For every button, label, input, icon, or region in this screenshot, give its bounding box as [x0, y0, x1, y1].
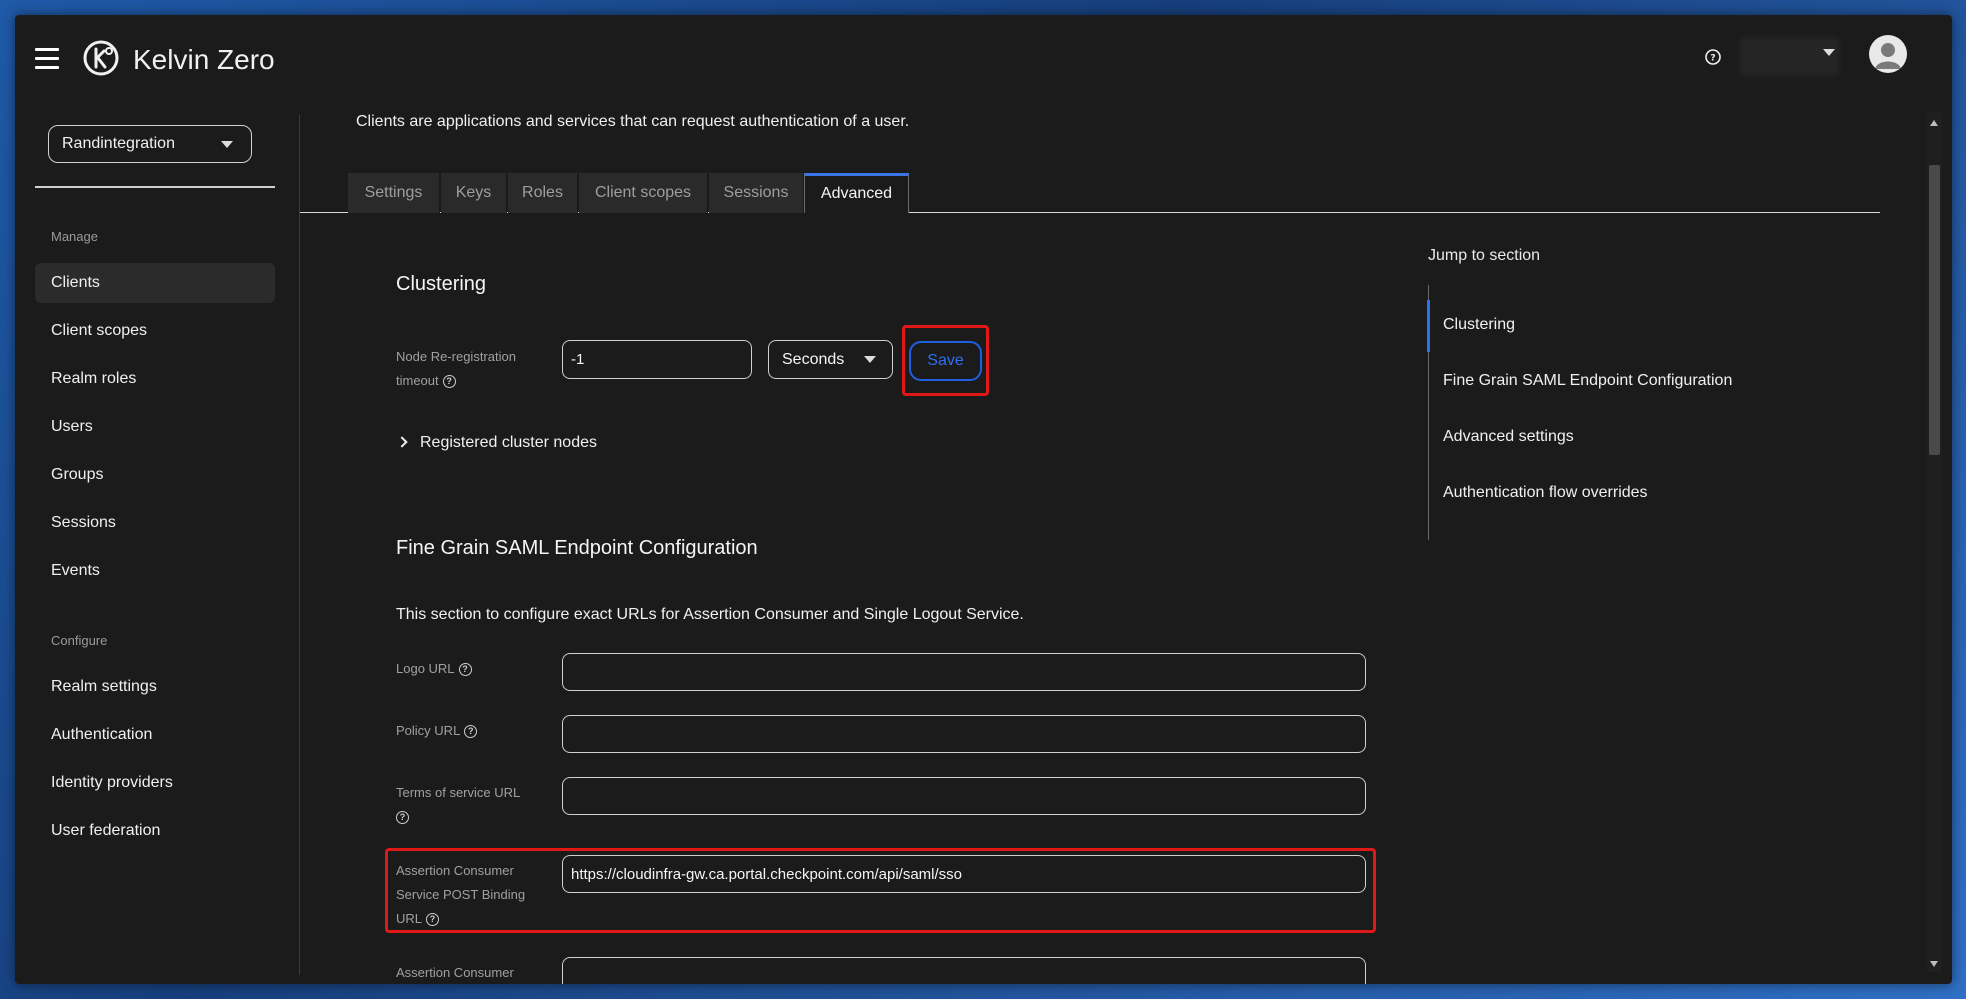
- main-content: Clients are applications and services th…: [300, 105, 1920, 984]
- user-name-blurred[interactable]: [1740, 37, 1840, 77]
- timeout-label: Node Re-registration timeout?: [396, 345, 546, 393]
- jump-to-section-title: Jump to section: [1428, 247, 1541, 264]
- masthead: Kelvin Zero ?: [15, 15, 1952, 105]
- save-button[interactable]: Save: [909, 341, 982, 381]
- realm-selector-value: Randintegration: [62, 135, 175, 152]
- timeout-unit-value: Seconds: [782, 351, 845, 368]
- sidebar-item-users[interactable]: Users: [35, 407, 275, 447]
- scroll-down-arrow-icon[interactable]: [1930, 961, 1938, 967]
- chevron-right-icon: [396, 436, 408, 448]
- help-icon[interactable]: ?: [426, 913, 440, 927]
- sidebar-item-events[interactable]: Events: [35, 551, 275, 591]
- timeout-input[interactable]: [562, 340, 752, 379]
- sidebar-item-client-scopes[interactable]: Client scopes: [35, 311, 275, 351]
- realm-selector[interactable]: Randintegration: [48, 125, 252, 163]
- user-avatar-icon[interactable]: [1869, 35, 1907, 73]
- sidebar-item-realm-settings[interactable]: Realm settings: [35, 667, 275, 707]
- acs-post-url-label-text: Assertion Consumer Service POST Binding …: [396, 863, 526, 926]
- sidebar-divider: [35, 186, 275, 188]
- chevron-down-icon: [221, 141, 233, 148]
- acs-redirect-url-label: Assertion Consumer: [396, 965, 514, 980]
- kelvin-zero-logo-icon: [83, 40, 119, 76]
- sidebar-item-realm-roles[interactable]: Realm roles: [35, 359, 275, 399]
- acs-redirect-url-input[interactable]: [562, 957, 1366, 984]
- hamburger-menu-icon[interactable]: [35, 48, 59, 70]
- sidebar-nav: Randintegration Manage Clients Client sc…: [15, 105, 299, 984]
- brand-name: Kelvin Zero: [133, 44, 275, 75]
- tab-keys[interactable]: Keys: [441, 173, 507, 213]
- sidebar-item-user-federation[interactable]: User federation: [35, 811, 275, 851]
- acs-post-url-label: Assertion Consumer Service POST Binding …: [396, 859, 546, 931]
- jump-item-auth-flow-overrides[interactable]: Authentication flow overrides: [1443, 484, 1648, 502]
- page-description: Clients are applications and services th…: [356, 113, 910, 130]
- sidebar-section-configure: Configure: [51, 633, 108, 648]
- help-icon[interactable]: ?: [464, 725, 478, 739]
- logo-url-input[interactable]: [562, 653, 1366, 691]
- sidebar-item-groups[interactable]: Groups: [35, 455, 275, 495]
- clustering-title: Clustering: [396, 273, 487, 295]
- saml-section-title: Fine Grain SAML Endpoint Configuration: [396, 537, 758, 559]
- policy-url-label: Policy URL?: [396, 719, 478, 743]
- tab-client-scopes[interactable]: Client scopes: [579, 173, 708, 213]
- tab-advanced[interactable]: Advanced: [804, 173, 909, 213]
- sidebar-item-authentication[interactable]: Authentication: [35, 715, 275, 755]
- question-circle-icon[interactable]: ?: [1700, 44, 1726, 70]
- logo-url-label: Logo URL?: [396, 657, 472, 681]
- timeout-label-text: Node Re-registration timeout: [396, 349, 516, 388]
- tos-url-input[interactable]: [562, 777, 1366, 815]
- tab-sessions[interactable]: Sessions: [709, 173, 804, 213]
- help-icon[interactable]: ?: [458, 663, 472, 677]
- tos-url-label: Terms of service URL?: [396, 781, 546, 829]
- chevron-down-icon: [864, 356, 876, 363]
- app-window: Kelvin Zero ? Randintegration Manage Cli…: [15, 15, 1952, 984]
- saml-section-description: This section to configure exact URLs for…: [396, 606, 1024, 623]
- logo-url-label-text: Logo URL: [396, 661, 455, 676]
- policy-url-input[interactable]: [562, 715, 1366, 753]
- policy-url-label-text: Policy URL: [396, 723, 461, 738]
- tab-settings[interactable]: Settings: [348, 173, 440, 213]
- user-menu-caret-icon[interactable]: [1823, 49, 1835, 56]
- jump-active-indicator: [1427, 300, 1430, 352]
- sidebar-item-identity-providers[interactable]: Identity providers: [35, 763, 275, 803]
- jump-item-clustering[interactable]: Clustering: [1443, 316, 1515, 334]
- jump-item-advanced-settings[interactable]: Advanced settings: [1443, 428, 1574, 446]
- registered-cluster-nodes-label: Registered cluster nodes: [420, 434, 597, 451]
- help-icon[interactable]: ?: [442, 375, 456, 389]
- sidebar-item-sessions[interactable]: Sessions: [35, 503, 275, 543]
- help-icon[interactable]: ?: [396, 811, 409, 825]
- scroll-up-arrow-icon[interactable]: [1930, 120, 1938, 126]
- sidebar-item-clients[interactable]: Clients: [35, 263, 275, 303]
- jump-item-saml-endpoint[interactable]: Fine Grain SAML Endpoint Configuration: [1443, 372, 1732, 390]
- tos-url-label-text: Terms of service URL: [396, 785, 521, 800]
- timeout-unit-select[interactable]: Seconds: [768, 340, 893, 379]
- svg-text:?: ?: [1710, 54, 1715, 64]
- tab-roles[interactable]: Roles: [508, 173, 578, 213]
- sidebar-section-manage: Manage: [51, 229, 98, 244]
- scrollbar-thumb[interactable]: [1929, 165, 1940, 455]
- acs-post-url-input[interactable]: [562, 855, 1366, 893]
- registered-cluster-nodes-toggle[interactable]: Registered cluster nodes: [396, 434, 597, 452]
- client-tabs: Settings Keys Roles Client scopes Sessio…: [300, 169, 1880, 213]
